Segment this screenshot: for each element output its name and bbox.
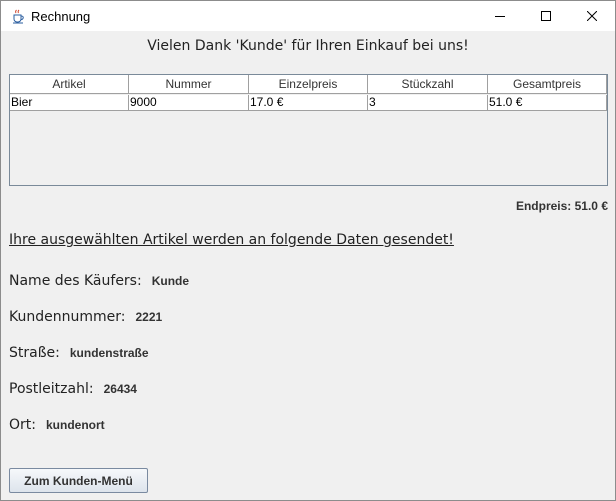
thank-you-message: Vielen Dank 'Kunde' für Ihren Einkauf be…: [147, 38, 469, 54]
table-row[interactable]: Bier 9000 17.0 € 3 51.0 €: [10, 95, 607, 111]
maximize-button[interactable]: [523, 1, 569, 31]
window-title: Rechnung: [31, 9, 91, 24]
minimize-icon: [495, 16, 505, 17]
end-price-label: Endpreis: 51.0 €: [515, 199, 608, 213]
java-cup-icon: [10, 8, 26, 24]
table-header: Artikel Nummer Einzelpreis Stückzahl Ges…: [10, 75, 607, 94]
title-bar[interactable]: Rechnung: [1, 1, 615, 31]
zip-row: Postleitzahl: 26434: [9, 381, 137, 397]
street-value: kundenstraße: [69, 346, 149, 360]
column-header-stueckzahl[interactable]: Stückzahl: [368, 75, 488, 94]
street-row: Straße: kundenstraße: [9, 345, 149, 361]
close-button[interactable]: [569, 1, 615, 31]
cell-artikel[interactable]: Bier: [10, 95, 129, 111]
cell-einzelpreis[interactable]: 17.0 €: [249, 95, 368, 111]
buyer-name-row: Name des Käufers: Kunde: [9, 273, 189, 289]
column-header-gesamtpreis[interactable]: Gesamtpreis: [488, 75, 607, 94]
cell-gesamtpreis[interactable]: 51.0 €: [488, 95, 607, 111]
customer-number-row: Kundennummer: 2221: [9, 309, 162, 325]
street-label: Straße:: [9, 345, 60, 361]
zip-label: Postleitzahl:: [9, 381, 94, 397]
customer-menu-button[interactable]: Zum Kunden-Menü: [9, 468, 148, 493]
column-header-artikel[interactable]: Artikel: [10, 75, 129, 94]
cell-nummer[interactable]: 9000: [129, 95, 249, 111]
customer-number-value: 2221: [135, 310, 163, 324]
city-value: kundenort: [45, 418, 105, 432]
buyer-name-value: Kunde: [151, 274, 190, 288]
customer-number-label: Kundennummer:: [9, 309, 126, 325]
close-icon: [587, 11, 597, 21]
column-header-einzelpreis[interactable]: Einzelpreis: [249, 75, 368, 94]
maximize-icon: [541, 11, 551, 21]
city-row: Ort: kundenort: [9, 417, 105, 433]
buyer-name-label: Name des Käufers:: [9, 273, 142, 289]
items-table[interactable]: Artikel Nummer Einzelpreis Stückzahl Ges…: [9, 74, 608, 186]
zip-value: 26434: [103, 382, 137, 396]
column-header-nummer[interactable]: Nummer: [129, 75, 249, 94]
invoice-window: Rechnung Vielen Dank 'Kunde' für Ihren E…: [0, 0, 616, 501]
cell-stueckzahl[interactable]: 3: [368, 95, 488, 111]
city-label: Ort:: [9, 417, 36, 433]
send-notice: Ihre ausgewählten Artikel werden an folg…: [9, 232, 454, 248]
minimize-button[interactable]: [477, 1, 523, 31]
